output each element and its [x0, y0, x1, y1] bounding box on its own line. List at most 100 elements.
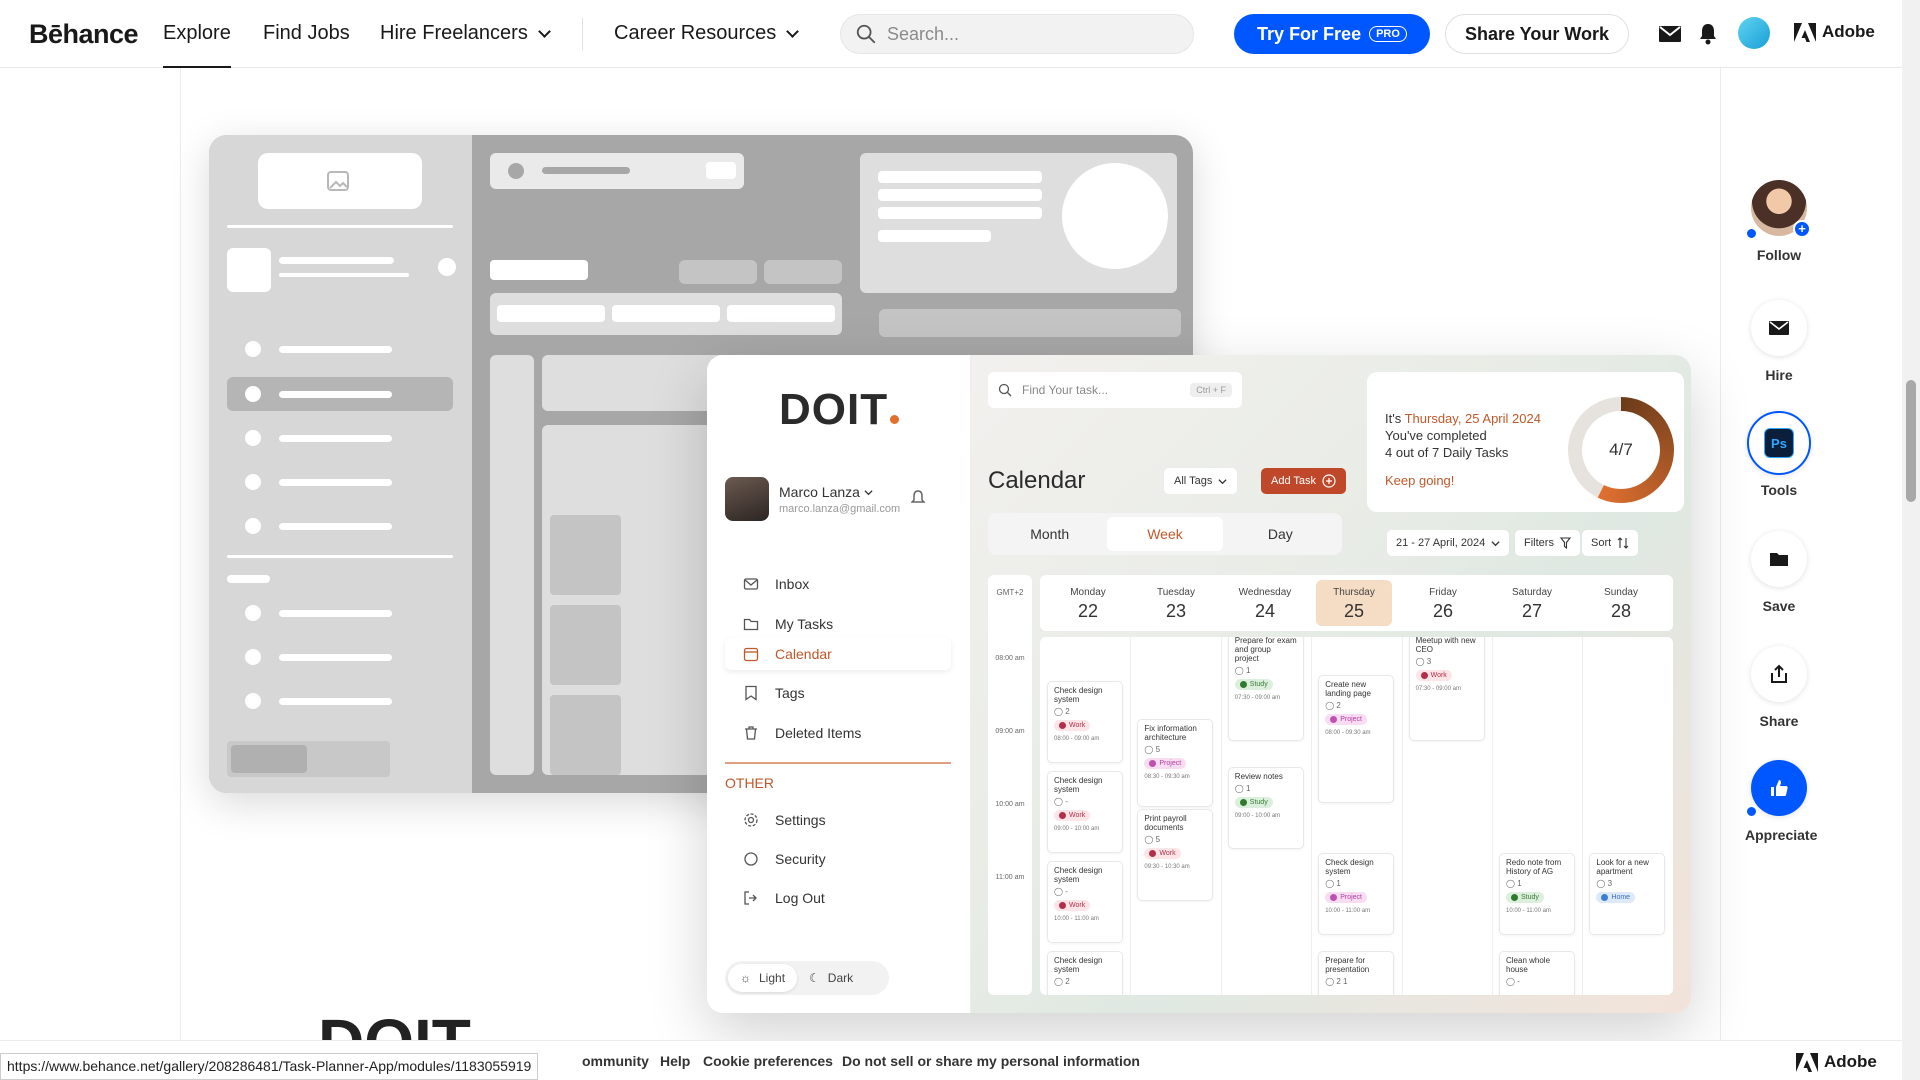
event-comments: ◯ 5 [1144, 745, 1161, 754]
event-comment-count: 1 [1517, 879, 1522, 888]
filters-button: Filters [1515, 530, 1580, 556]
calendar-event-card: Check design system ◯ 1 Project 10:00 - 11:… [1318, 853, 1395, 935]
notification-dot [1745, 805, 1758, 818]
share-action[interactable]: Share [1745, 646, 1813, 729]
save-button[interactable] [1751, 531, 1807, 587]
day-header: Thursday 25 [1316, 580, 1392, 626]
day-name: Tuesday [1157, 587, 1195, 598]
try-for-free-button[interactable]: Try For Free PRO [1234, 14, 1430, 54]
app-main-panel: Find Your task... Ctrl + F Calendar All … [971, 355, 1691, 1013]
event-comments: ◯ 2 [1054, 977, 1070, 986]
scrollbar-thumb[interactable] [1906, 380, 1916, 502]
nav-career-resources[interactable]: Career Resources [614, 22, 800, 45]
page-scrollbar[interactable] [1902, 0, 1920, 1080]
day-header: Sunday 28 [1583, 580, 1659, 626]
appreciate-action[interactable]: Appreciate [1745, 760, 1817, 843]
day-number: 28 [1610, 601, 1632, 621]
event-title: Fix information architecture [1144, 724, 1197, 742]
column-divider [1311, 637, 1313, 995]
day-name: Saturday [1511, 587, 1553, 598]
thumbs-up-icon [1771, 780, 1788, 796]
date-range-label: 21 - 27 April, 2024 [1396, 537, 1486, 549]
event-tag-label: Study [1521, 894, 1539, 901]
footer-community-link[interactable]: ommunity [582, 1053, 649, 1069]
tools-action[interactable]: Ps Tools [1745, 411, 1813, 498]
event-comments: ◯ - [1506, 977, 1520, 986]
tab-month: Month [1030, 526, 1070, 542]
menu-settings: Settings [725, 804, 951, 836]
tools-button[interactable]: Ps [1747, 411, 1811, 475]
search-bar[interactable] [840, 14, 1194, 54]
menu-my-tasks-label: My Tasks [775, 616, 834, 632]
event-tag: Work [1054, 720, 1091, 731]
footer-adobe-logo[interactable]: Adobe [1796, 1052, 1877, 1072]
follow-plus-icon[interactable]: + [1793, 220, 1811, 238]
event-time: 08:00 - 09:00 am [1054, 736, 1100, 742]
sort-label: Sort [1591, 537, 1612, 549]
content-border-left [180, 68, 181, 1040]
search-icon [998, 383, 1012, 397]
footer-cookie-link[interactable]: Cookie preferences [703, 1053, 833, 1069]
event-comment-count: 5 [1155, 745, 1161, 754]
footer-help-link[interactable]: Help [660, 1053, 690, 1069]
event-comment-count: - [1065, 887, 1068, 896]
save-action[interactable]: Save [1745, 531, 1813, 614]
calendar-event-card: Clean whole house ◯ - [1499, 951, 1575, 995]
add-task-label: Add Task [1271, 475, 1317, 487]
tag-dot [1601, 894, 1609, 901]
footer-do-not-sell-link[interactable]: Do not sell or share my personal informa… [842, 1053, 1140, 1069]
share-your-work-button[interactable]: Share Your Work [1445, 14, 1629, 54]
calendar-event-card: Review notes ◯ 1 Study 09:00 - 10:00 am [1227, 767, 1304, 849]
event-comments: ◯ 1 [1234, 784, 1251, 793]
adobe-link[interactable]: Adobe [1794, 22, 1875, 42]
follow-action[interactable]: + Follow [1745, 180, 1813, 263]
nav-find-jobs-label: Find Jobs [263, 22, 350, 44]
event-comment-count: 2 [1065, 707, 1070, 716]
event-title: Clean whole house [1506, 956, 1551, 974]
nav-explore[interactable]: Explore [163, 22, 231, 68]
event-title: Check design system [1054, 956, 1103, 974]
hire-action[interactable]: Hire [1745, 300, 1813, 383]
event-title: Review notes [1234, 772, 1283, 781]
mail-icon[interactable] [1656, 20, 1684, 48]
event-time: 09:00 - 10:00 am [1054, 826, 1100, 832]
appreciate-button[interactable] [1751, 760, 1807, 816]
behance-logo[interactable]: Bēhance [29, 19, 139, 50]
share-button[interactable] [1751, 646, 1807, 702]
tag-dot [1059, 812, 1066, 819]
hire-button[interactable] [1751, 300, 1807, 356]
moon-icon: ☾ [809, 971, 820, 985]
event-comments: ◯ 5 [1144, 835, 1161, 844]
sort-button: Sort [1582, 530, 1639, 556]
user-avatar-photo [725, 477, 769, 521]
calendar-event-card: Fix information architecture ◯ 5 Project 08… [1137, 719, 1214, 807]
search-input[interactable] [887, 23, 1167, 45]
event-tag: Project [1325, 892, 1367, 903]
event-title: Meetup with new CEO [1415, 637, 1476, 654]
nav-hire-freelancers[interactable]: Hire Freelancers [380, 22, 551, 45]
event-tag-label: Study [1249, 799, 1268, 806]
event-title: Check design system [1054, 866, 1103, 884]
user-avatar[interactable] [1738, 17, 1770, 49]
calendar-event-card: Look for a new apartment ◯ 3 Home [1589, 853, 1666, 935]
event-tag-label: Work [1069, 722, 1086, 729]
menu-tags-label: Tags [775, 685, 805, 701]
sun-icon: ☼ [740, 971, 751, 985]
adobe-icon [1794, 22, 1816, 42]
follow-label: Follow [1756, 247, 1802, 263]
tag-dot [1059, 722, 1066, 729]
nav-divider [582, 18, 583, 50]
event-tag: Study [1234, 797, 1273, 808]
bell-icon[interactable] [1694, 20, 1722, 48]
tag-dot [1149, 850, 1157, 857]
nav-find-jobs[interactable]: Find Jobs [263, 22, 350, 45]
event-time: 10:00 - 11:00 am [1506, 908, 1551, 914]
event-title: Check design system [1054, 776, 1103, 794]
event-comments: ◯ 2 1 [1325, 977, 1348, 986]
image-placeholder-icon [327, 171, 349, 196]
user-email: marco.lanza@gmail.com [779, 502, 901, 515]
event-tag-label: Project [1340, 716, 1362, 723]
doit-logo-text: DOIT [779, 385, 889, 434]
summary-date: Thursday, 25 April 2024 [1404, 411, 1541, 426]
day-number: 27 [1521, 601, 1543, 621]
